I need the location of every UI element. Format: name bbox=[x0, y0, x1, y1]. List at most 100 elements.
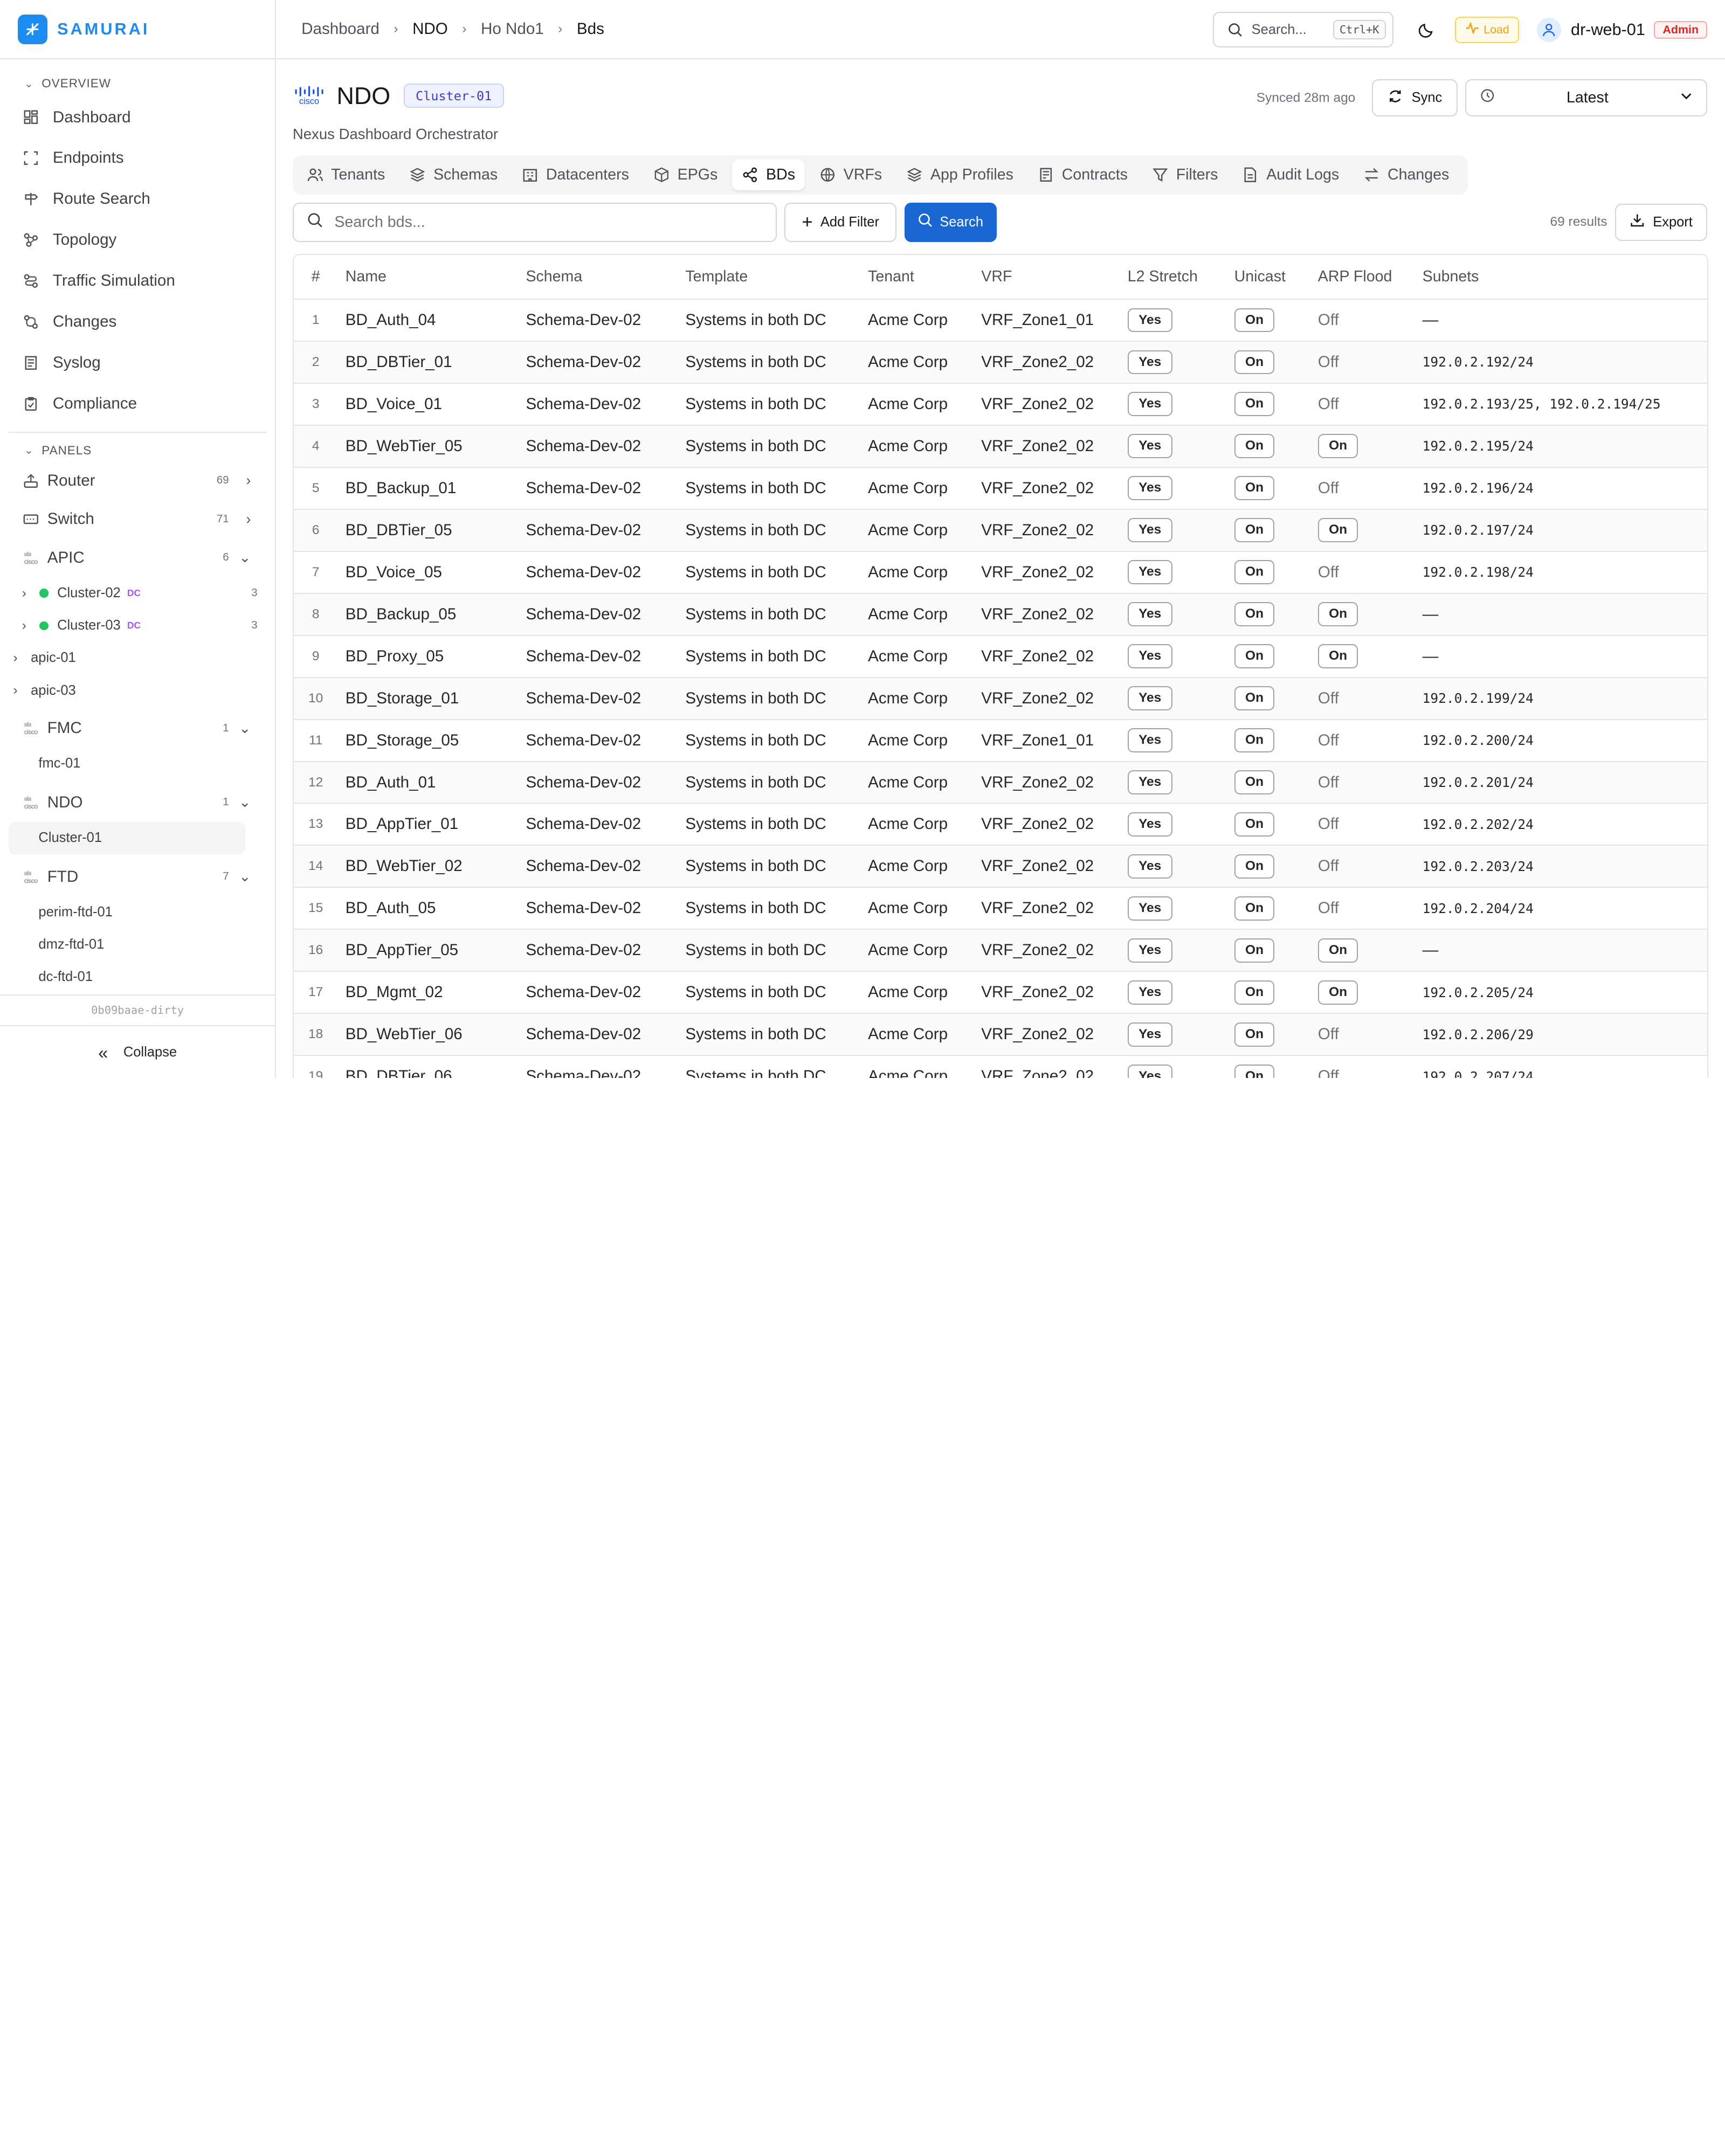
column-header-arp-flood[interactable]: ARP Flood bbox=[1310, 255, 1415, 300]
tab-bds[interactable]: BDs bbox=[732, 159, 805, 191]
cell-arp-flood: Off bbox=[1310, 1013, 1415, 1056]
sidebar-item-changes[interactable]: Changes bbox=[9, 301, 266, 342]
sidebar-item-dashboard[interactable]: Dashboard bbox=[9, 97, 266, 138]
user-menu[interactable]: dr-web-01 Admin bbox=[1536, 17, 1708, 42]
panel-apic[interactable]: ıılıı cisco APIC 6 ⌄ bbox=[9, 538, 266, 577]
table-row[interactable]: 13 BD_AppTier_01 Schema-Dev-02 Systems in b… bbox=[293, 803, 1708, 846]
ftd-host-item[interactable]: perim-ftd-01 bbox=[9, 896, 266, 928]
table-row[interactable]: 5 BD_Backup_01 Schema-Dev-02 Systems in bot… bbox=[293, 467, 1708, 510]
cell-name: BD_WebTier_05 bbox=[337, 425, 519, 468]
table-row[interactable]: 9 BD_Proxy_05 Schema-Dev-02 Systems in both… bbox=[293, 635, 1708, 678]
tab-app-profiles[interactable]: App Profiles bbox=[896, 160, 1024, 190]
chevron-right-icon[interactable]: › bbox=[13, 683, 17, 698]
apic-cluster-item[interactable]: › Cluster-03 DC 3 bbox=[9, 610, 266, 642]
apic-cluster-item[interactable]: › Cluster-02 DC 3 bbox=[9, 577, 266, 609]
table-row[interactable]: 8 BD_Backup_05 Schema-Dev-02 Systems in bot… bbox=[293, 593, 1708, 636]
panels-section-header[interactable]: ⌄ PANELS bbox=[9, 439, 266, 461]
tab-vrfs[interactable]: VRFs bbox=[810, 160, 892, 190]
global-search-input[interactable]: Search... Ctrl+K bbox=[1213, 12, 1393, 47]
column-header-tenant[interactable]: Tenant bbox=[860, 255, 974, 300]
apic-host-item[interactable]: › apic-03 bbox=[9, 674, 266, 707]
column-header-template[interactable]: Template bbox=[678, 255, 860, 300]
export-button[interactable]: Export bbox=[1614, 203, 1708, 241]
sidebar-item-route-search[interactable]: Route Search bbox=[9, 178, 266, 219]
apic-host-item[interactable]: › apic-01 bbox=[9, 642, 266, 674]
table-row[interactable]: 16 BD_AppTier_05 Schema-Dev-02 Systems in b… bbox=[293, 929, 1708, 972]
tab-datacenters[interactable]: Datacenters bbox=[512, 160, 639, 190]
collapse-button[interactable]: « Collapse bbox=[0, 1026, 275, 1078]
column-header-schema[interactable]: Schema bbox=[518, 255, 678, 300]
chevron-down-icon[interactable]: ⌄ bbox=[239, 549, 251, 566]
sidebar-item-topology[interactable]: Topology bbox=[9, 219, 266, 260]
tab-contracts[interactable]: Contracts bbox=[1027, 160, 1137, 190]
tab-tenants[interactable]: Tenants bbox=[297, 160, 395, 190]
column-header-vrf[interactable]: VRF bbox=[974, 255, 1120, 300]
panel-router[interactable]: Router 69 › bbox=[9, 461, 266, 500]
table-row[interactable]: 15 BD_Auth_05 Schema-Dev-02 Systems in both… bbox=[293, 887, 1708, 930]
ftd-host-item[interactable]: dc-ftd-01 bbox=[9, 961, 266, 993]
table-row[interactable]: 4 BD_WebTier_05 Schema-Dev-02 Systems in bo… bbox=[293, 425, 1708, 468]
cell-vrf: VRF_Zone2_02 bbox=[974, 887, 1120, 930]
panel-fmc[interactable]: ıılıı cisco FMC 1 ⌄ bbox=[9, 709, 266, 747]
sidebar-scroll[interactable]: ⌄ OVERVIEW Dashboard Endpoints Route Sea… bbox=[0, 59, 275, 1078]
column-header-l2-stretch[interactable]: L2 Stretch bbox=[1120, 255, 1227, 300]
breadcrumb-item[interactable]: Dashboard bbox=[301, 20, 380, 38]
ndo-host-item-selected[interactable]: Cluster-01 bbox=[9, 821, 246, 854]
tab-filters[interactable]: Filters bbox=[1142, 160, 1227, 190]
load-button[interactable]: Load bbox=[1455, 16, 1520, 43]
panel-switch[interactable]: Switch 71 › bbox=[9, 500, 266, 538]
tab-changes[interactable]: Changes bbox=[1354, 160, 1459, 190]
fmc-host-item[interactable]: fmc-01 bbox=[9, 748, 266, 780]
chevron-right-icon[interactable]: › bbox=[246, 472, 251, 489]
user-name: dr-web-01 bbox=[1571, 20, 1645, 39]
chevron-right-icon[interactable]: › bbox=[22, 586, 26, 601]
table-row[interactable]: 7 BD_Voice_05 Schema-Dev-02 Systems in both… bbox=[293, 551, 1708, 594]
cisco-icon: ıılıı cisco bbox=[24, 869, 38, 884]
table-row[interactable]: 2 BD_DBTier_01 Schema-Dev-02 Systems in bot… bbox=[293, 341, 1708, 384]
table-row[interactable]: 19 BD_DBTier_06 Schema-Dev-02 Systems in bo… bbox=[293, 1055, 1708, 1078]
table-row[interactable]: 6 BD_DBTier_05 Schema-Dev-02 Systems in bot… bbox=[293, 509, 1708, 552]
sidebar-item-syslog[interactable]: Syslog bbox=[9, 342, 266, 383]
chevron-right-icon[interactable]: › bbox=[22, 618, 26, 633]
sync-button[interactable]: Sync bbox=[1371, 79, 1458, 117]
brand[interactable]: SAMURAI bbox=[0, 0, 275, 60]
add-filter-button[interactable]: + Add Filter bbox=[784, 202, 897, 242]
column-header-subnets[interactable]: Subnets bbox=[1414, 255, 1708, 300]
cell-tenant: Acme Corp bbox=[860, 1013, 974, 1056]
sidebar-item-compliance[interactable]: Compliance bbox=[9, 383, 266, 424]
theme-toggle-button[interactable] bbox=[1413, 22, 1440, 38]
breadcrumb-item[interactable]: Ho Ndo1 bbox=[481, 20, 544, 38]
column-header-unicast[interactable]: Unicast bbox=[1226, 255, 1310, 300]
table-row[interactable]: 10 BD_Storage_01 Schema-Dev-02 Systems in b… bbox=[293, 677, 1708, 720]
sidebar-item-traffic-simulation[interactable]: Traffic Simulation bbox=[9, 260, 266, 301]
table-row[interactable]: 12 BD_Auth_01 Schema-Dev-02 Systems in both… bbox=[293, 761, 1708, 804]
cell-vrf: VRF_Zone2_02 bbox=[974, 929, 1120, 972]
version-select[interactable]: Latest bbox=[1465, 79, 1708, 117]
ftd-host-item[interactable]: dmz-ftd-01 bbox=[9, 928, 266, 960]
chevron-right-icon[interactable]: › bbox=[13, 651, 17, 666]
tab-audit-logs[interactable]: Audit Logs bbox=[1232, 160, 1349, 190]
chevron-right-icon[interactable]: › bbox=[246, 511, 251, 528]
table-row[interactable]: 11 BD_Storage_05 Schema-Dev-02 Systems in b… bbox=[293, 719, 1708, 762]
table-row[interactable]: 1 BD_Auth_04 Schema-Dev-02 Systems in both … bbox=[293, 299, 1708, 342]
column-header-name[interactable]: Name bbox=[337, 255, 519, 300]
table-row[interactable]: 18 BD_WebTier_06 Schema-Dev-02 Systems in b… bbox=[293, 1013, 1708, 1056]
column-header-index[interactable]: # bbox=[293, 255, 338, 300]
chevron-down-icon[interactable]: ⌄ bbox=[239, 868, 251, 885]
table-row[interactable]: 14 BD_WebTier_02 Schema-Dev-02 Systems in b… bbox=[293, 845, 1708, 888]
table-search-input[interactable]: Search bds... bbox=[292, 202, 777, 242]
tab-schemas[interactable]: Schemas bbox=[399, 160, 508, 190]
status-badge: On bbox=[1234, 644, 1275, 669]
search-button[interactable]: Search bbox=[904, 202, 997, 242]
table-row[interactable]: 3 BD_Voice_01 Schema-Dev-02 Systems in both… bbox=[293, 383, 1708, 426]
panel-ftd[interactable]: ıılıı cisco FTD 7 ⌄ bbox=[9, 858, 266, 896]
table-row[interactable]: 17 BD_Mgmt_02 Schema-Dev-02 Systems in both… bbox=[293, 971, 1708, 1014]
tab-epgs[interactable]: EPGs bbox=[643, 160, 727, 190]
chevron-down-icon[interactable]: ⌄ bbox=[239, 794, 251, 811]
sidebar-item-endpoints[interactable]: Endpoints bbox=[9, 137, 266, 178]
chevron-down-icon[interactable]: ⌄ bbox=[239, 720, 251, 737]
panel-ndo[interactable]: ıılıı cisco NDO 1 ⌄ bbox=[9, 783, 266, 821]
breadcrumb-item[interactable]: NDO bbox=[412, 20, 448, 38]
overview-section-header[interactable]: ⌄ OVERVIEW bbox=[9, 73, 266, 95]
status-badge: On bbox=[1234, 686, 1275, 711]
